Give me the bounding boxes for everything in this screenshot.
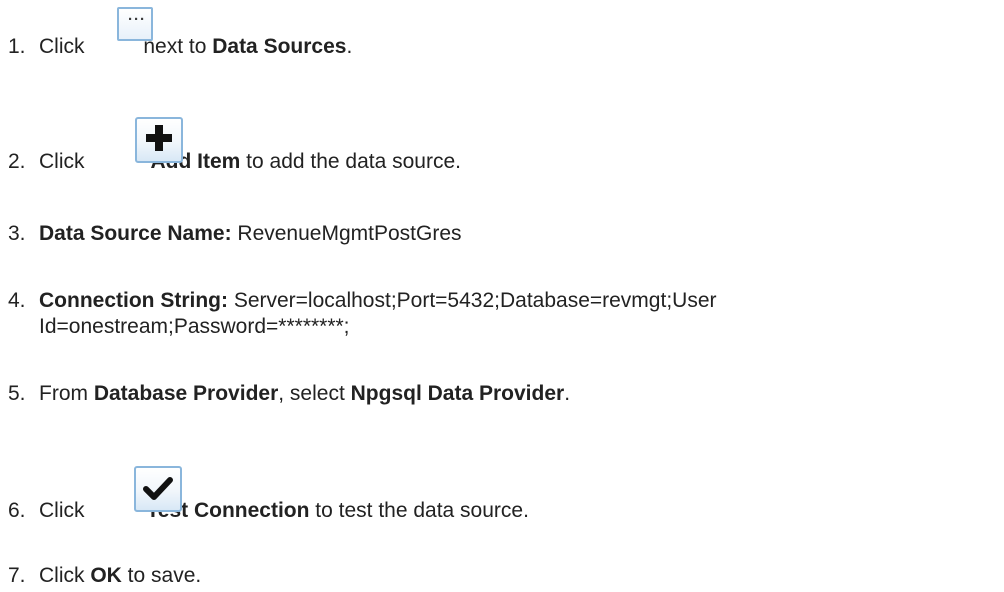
step-text: From <box>39 382 94 405</box>
step-text: . <box>346 35 353 58</box>
step-bold-text: Database Provider <box>93 382 279 405</box>
step-number: 4. <box>8 289 26 312</box>
step-number: 7. <box>8 564 26 587</box>
step-text: Click <box>39 499 85 522</box>
checkmark-icon <box>143 477 173 500</box>
step-text: to test the data source. <box>309 499 529 522</box>
step-7: 7. Click OK to save. <box>8 562 998 589</box>
step-text: . <box>564 382 571 405</box>
step-3: 3. Data Source Name: RevenueMgmtPostGres <box>8 220 998 247</box>
step-5: 5. From Database Provider, select Npgsql … <box>8 380 998 407</box>
step-1: 1. Click next to Data Sources. <box>8 33 998 60</box>
step-4-continuation: Id=onestream;Password=********; <box>39 315 350 338</box>
plus-icon <box>146 125 172 151</box>
add-item-button-icon <box>135 117 183 163</box>
step-text: to add the data source. <box>240 150 461 173</box>
ellipsis-icon: ··· <box>128 11 146 28</box>
ellipsis-button-icon: ··· <box>117 7 153 41</box>
step-bold-text: OK <box>90 564 122 587</box>
step-4: 4. Connection String: Server=localhost;Po… <box>8 287 998 314</box>
step-text: Click <box>39 564 91 587</box>
step-bold-text: Data Source Name: <box>39 222 232 245</box>
step-number: 2. <box>8 150 26 173</box>
step-text: Server=localhost;Port=5432;Database=revm… <box>227 289 717 312</box>
step-number: 1. <box>8 35 26 58</box>
step-text: RevenueMgmtPostGres <box>231 222 462 245</box>
step-text: Click <box>39 35 85 58</box>
step-bold-text: Npgsql Data Provider <box>350 382 565 405</box>
step-text: Click <box>39 150 85 173</box>
step-text: , select <box>278 382 351 405</box>
step-number: 6. <box>8 499 26 522</box>
step-bold-text: Data Sources <box>212 35 347 58</box>
step-text: to save. <box>121 564 202 587</box>
test-connection-button-icon <box>134 466 182 512</box>
step-number: 3. <box>8 222 26 245</box>
step-number: 5. <box>8 382 26 405</box>
step-bold-text: Connection String: <box>39 289 228 312</box>
